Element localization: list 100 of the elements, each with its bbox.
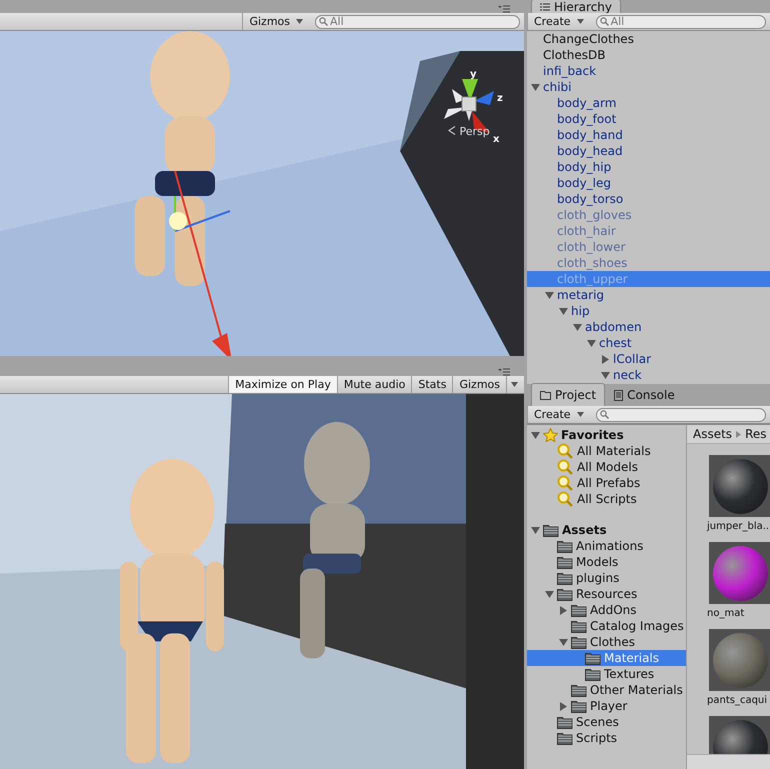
item-label: All Prefabs xyxy=(577,476,640,490)
create-dropdown[interactable]: Create xyxy=(527,406,590,423)
item-label: cloth_lower xyxy=(557,240,626,254)
toolbar-toggle[interactable]: Gizmos xyxy=(452,376,524,393)
hierarchy-item[interactable]: body_foot xyxy=(527,111,770,127)
item-label: Favorites xyxy=(561,428,624,442)
project-tree-item[interactable]: Materials xyxy=(527,650,686,666)
hierarchy-item[interactable]: metarig xyxy=(527,287,770,303)
expanded-arrow-icon[interactable] xyxy=(531,82,540,92)
hierarchy-item[interactable]: body_hand xyxy=(527,127,770,143)
create-dropdown[interactable]: Create xyxy=(527,13,590,30)
collapsed-arrow-icon[interactable] xyxy=(601,354,610,364)
project-tree-item[interactable]: All Prefabs xyxy=(527,475,686,491)
asset-label: pants_caqui xyxy=(707,695,768,706)
document-icon xyxy=(614,390,624,400)
item-label: plugins xyxy=(576,571,620,585)
item-label: body_foot xyxy=(557,112,616,126)
project-tree-item[interactable]: Catalog Images xyxy=(527,618,686,634)
collapsed-arrow-icon[interactable] xyxy=(559,702,568,710)
breadcrumb-link[interactable]: Assets xyxy=(693,427,732,441)
hierarchy-tab[interactable]: Hierarchy xyxy=(531,0,622,13)
item-label: infi_back xyxy=(543,64,596,78)
hierarchy-item[interactable]: body_hip xyxy=(527,159,770,175)
project-tree-item[interactable]: Assets xyxy=(527,522,686,538)
item-label: AddOns xyxy=(590,603,637,617)
expanded-arrow-icon[interactable] xyxy=(545,290,554,300)
panel-tab[interactable]: Project xyxy=(531,383,606,406)
project-tree-item[interactable]: Animations xyxy=(527,538,686,554)
project-tree-item[interactable]: Other Materials xyxy=(527,682,686,698)
hierarchy-item[interactable]: body_head xyxy=(527,143,770,159)
search-field[interactable]: All xyxy=(315,14,520,28)
hierarchy-item[interactable]: chibi xyxy=(527,79,770,95)
expanded-arrow-icon[interactable] xyxy=(573,322,582,332)
folder-icon xyxy=(557,716,573,728)
dropdown-caret[interactable] xyxy=(506,376,518,393)
gizmos-dropdown[interactable]: Gizmos xyxy=(242,13,309,30)
expanded-arrow-icon[interactable] xyxy=(559,638,568,646)
item-label: Textures xyxy=(604,667,654,681)
toolbar-toggle[interactable]: Mute audio xyxy=(336,376,412,393)
projection-toggle[interactable]: Persp xyxy=(448,125,490,138)
hierarchy-item[interactable]: hip xyxy=(527,303,770,319)
project-tree-item[interactable]: All Scripts xyxy=(527,491,686,507)
project-tree-item[interactable]: All Models xyxy=(527,459,686,475)
hierarchy-item[interactable]: body_leg xyxy=(527,175,770,191)
item-label: chest xyxy=(599,336,632,350)
menu-icon[interactable] xyxy=(498,368,510,376)
search-icon xyxy=(557,443,574,459)
item-label: body_hip xyxy=(557,160,612,174)
hierarchy-item[interactable]: ChangeClothes xyxy=(527,31,770,47)
project-tree-item[interactable]: Clothes xyxy=(527,634,686,650)
expanded-arrow-icon[interactable] xyxy=(531,430,540,440)
project-tree-item[interactable]: Player xyxy=(527,698,686,714)
item-label: body_head xyxy=(557,144,623,158)
project-tree-item[interactable]: AddOns xyxy=(527,602,686,618)
breadcrumb-link[interactable]: Res xyxy=(745,427,766,441)
search-icon xyxy=(557,491,574,507)
caret-icon xyxy=(576,19,584,24)
folder-icon xyxy=(585,652,601,664)
panel-tab[interactable]: Console xyxy=(605,383,684,406)
toolbar-toggle[interactable]: Maximize on Play xyxy=(228,376,337,393)
folder-icon xyxy=(540,390,551,400)
hierarchy-item[interactable]: lCollar xyxy=(527,351,770,367)
project-tree-item[interactable]: Scenes xyxy=(527,714,686,730)
item-label: Materials xyxy=(604,651,660,665)
hierarchy-item[interactable]: infi_back xyxy=(527,63,770,79)
hierarchy-item[interactable]: body_torso xyxy=(527,191,770,207)
item-label: Clothes xyxy=(590,635,635,649)
hierarchy-item[interactable]: chest xyxy=(527,335,770,351)
project-tree-item[interactable]: Models xyxy=(527,554,686,570)
expanded-arrow-icon[interactable] xyxy=(601,370,610,380)
project-tree-item[interactable]: Textures xyxy=(527,666,686,682)
project-tree-item[interactable]: Resources xyxy=(527,586,686,602)
expanded-arrow-icon[interactable] xyxy=(545,590,554,598)
folder-icon xyxy=(557,572,573,584)
item-label: body_hand xyxy=(557,128,623,142)
expanded-arrow-icon[interactable] xyxy=(531,526,540,534)
item-label: Animations xyxy=(576,539,644,553)
expanded-arrow-icon[interactable] xyxy=(559,306,568,316)
item-label: Player xyxy=(590,699,628,713)
hierarchy-item[interactable]: neck xyxy=(527,367,770,383)
search-field[interactable] xyxy=(596,408,766,422)
collapsed-arrow-icon[interactable] xyxy=(559,606,568,614)
project-tree-item[interactable]: Scripts xyxy=(527,730,686,746)
item-label: ClothesDB xyxy=(543,48,606,62)
hierarchy-item[interactable]: abdomen xyxy=(527,319,770,335)
item-label: lCollar xyxy=(613,352,652,366)
search-icon xyxy=(557,459,574,475)
project-tree-item[interactable]: Favorites xyxy=(527,427,686,443)
search-field[interactable]: All xyxy=(596,14,766,28)
hierarchy-item[interactable]: ClothesDB xyxy=(527,47,770,63)
folder-icon xyxy=(557,588,573,600)
item-label: abdomen xyxy=(585,320,642,334)
project-tree-item[interactable]: plugins xyxy=(527,570,686,586)
toolbar-toggle[interactable]: Stats xyxy=(411,376,452,393)
item-label: cloth_gloves xyxy=(557,208,632,222)
menu-icon[interactable] xyxy=(498,5,510,13)
expanded-arrow-icon[interactable] xyxy=(587,338,596,348)
z-axis-label: z xyxy=(497,93,503,104)
hierarchy-item[interactable]: body_arm xyxy=(527,95,770,111)
project-tree-item[interactable]: All Materials xyxy=(527,443,686,459)
